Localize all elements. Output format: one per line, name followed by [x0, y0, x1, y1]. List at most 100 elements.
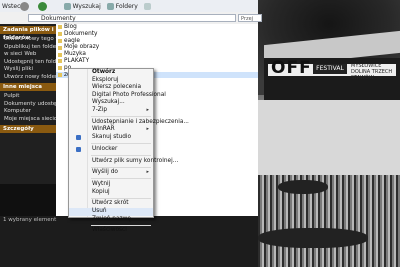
menu-item[interactable]: Właściwości [69, 227, 153, 235]
menu-item-icon [76, 147, 81, 153]
menu-item[interactable]: Wytnij [69, 181, 153, 189]
menu-item[interactable]: Kopiuj [69, 189, 153, 197]
menu-item[interactable]: Wiersz polecenia [69, 84, 153, 92]
menu-item[interactable]: Zmień nazwę [69, 216, 153, 224]
menu-item[interactable]: Otwórz [69, 69, 153, 77]
menu-item-label: Wyszukaj... [92, 99, 125, 106]
go-button[interactable]: Przej [238, 14, 262, 22]
menu-item-label: Utwórz plik sumy kontrolnej... [92, 157, 179, 164]
festival-tag: FESTIVAL [313, 64, 347, 74]
file-row-music[interactable]: Muzyka [56, 51, 258, 58]
menu-separator [91, 166, 151, 168]
stage-banner-text: OFF [271, 58, 312, 78]
menu-item-label: Otwórz [92, 69, 116, 75]
folder-icon [58, 38, 62, 43]
file-name: PLAKATY [64, 57, 90, 64]
address-bar[interactable]: Dokumenty [28, 14, 236, 22]
task-link[interactable]: Opublikuj ten folder [0, 44, 56, 52]
desktop-wallpaper-photo: OFF FESTIVAL MYSŁOWICE DOLINA TRZECH STA… [258, 0, 400, 267]
tasks-pane: Zadania plików i folderów Utwórz nowy te… [0, 24, 56, 184]
place-link[interactable]: Komputer [0, 108, 56, 116]
submenu-arrow-icon: ▸ [146, 106, 149, 113]
menu-item[interactable]: Unlocker [69, 146, 153, 154]
menu-item-label: 7-Zip [92, 106, 108, 113]
folder-icon [58, 52, 62, 57]
toolbar: Wstecz Wyszukaj Foldery [0, 0, 258, 12]
views-button[interactable] [143, 2, 151, 10]
submenu-arrow-icon: ▸ [146, 126, 149, 133]
menu-item-label: Skanuj studio [92, 133, 132, 140]
task-link[interactable]: Utwórz nowy folder [0, 74, 56, 82]
folders-toolbar-button[interactable]: Foldery [106, 2, 138, 10]
sponsor-sign: MYSŁOWICE DOLINA TRZECH STAWÓW [351, 63, 393, 81]
menu-separator [91, 116, 151, 118]
menu-item[interactable]: WinRAR ▸ [69, 126, 153, 134]
menu-item-label: Unlocker [92, 145, 118, 152]
place-link[interactable]: Moje miejsca sieciowe [0, 116, 56, 124]
address-path: Dokumenty [41, 15, 76, 22]
menu-item[interactable]: Utwórz plik sumy kontrolnej... [69, 158, 178, 166]
search-label: Wyszukaj [72, 2, 101, 10]
photo-person [278, 180, 328, 194]
menu-item-icon [76, 135, 81, 141]
menu-separator [91, 197, 151, 199]
menu-item[interactable]: Eksploruj [69, 77, 153, 85]
file-row-eagle[interactable]: eagle [56, 38, 258, 45]
folder-icon [58, 59, 62, 64]
menu-item-label: Kopiuj [92, 188, 110, 195]
menu-separator [91, 154, 151, 156]
menu-item[interactable]: Skanuj studio [69, 134, 153, 142]
file-name: Dokumenty [64, 30, 98, 37]
menu-item[interactable]: Usuń [69, 208, 153, 216]
folders-label: Foldery [115, 2, 138, 10]
details-header[interactable]: Szczegóły [0, 125, 56, 133]
task-link[interactable]: Wyślij pliki [0, 66, 56, 74]
menu-item-label: Eksploruj [92, 76, 119, 83]
folder-icon [58, 66, 62, 71]
menu-item[interactable]: Wyszukaj... [69, 99, 153, 107]
place-link[interactable]: Dokumenty udostępnione [0, 101, 56, 109]
forward-arrow-icon[interactable] [38, 2, 47, 11]
file-name: Moje obrazy [64, 44, 100, 51]
menu-item[interactable]: Udostępnianie i zabezpieczenia... [69, 119, 189, 127]
task-link[interactable]: Utwórz nowy tego folderu [0, 36, 56, 44]
search-toolbar-button[interactable]: Wyszukaj [63, 2, 101, 10]
menu-item[interactable]: Utwórz skrót [69, 200, 153, 208]
menu-item[interactable]: Wyślij do ▸ [69, 169, 153, 177]
task-link[interactable]: w sieci Web [0, 51, 56, 59]
other-places-header[interactable]: Inne miejsca [0, 83, 56, 91]
place-link[interactable]: Pulpit [0, 93, 56, 101]
file-row-blog[interactable]: Blog [56, 24, 258, 31]
status-text: 1 wybrany element [3, 217, 57, 223]
file-row-posters[interactable]: PLAKATY [56, 58, 258, 65]
menu-item-label: Wytnij [92, 181, 111, 188]
menu-item-label: Udostępnianie i zabezpieczenia... [92, 118, 189, 125]
file-name: eagle [64, 37, 80, 44]
file-name: Muzyka [64, 51, 86, 58]
file-row-documents[interactable]: Dokumenty [56, 31, 258, 38]
menu-item-label: Usuń [92, 208, 107, 215]
menu-item-label: Digital Photo Professional [92, 91, 166, 98]
folder-icon [58, 25, 62, 30]
submenu-arrow-icon: ▸ [146, 169, 149, 176]
tasks-section-header[interactable]: Zadania plików i folderów [0, 26, 56, 41]
menu-item[interactable]: 7-Zip ▸ [69, 107, 153, 115]
menu-item-label: Wiersz polecenia [92, 84, 142, 91]
back-arrow-icon[interactable] [20, 2, 29, 11]
context-menu: Otwórz Eksploruj Wiersz polecenia Digital P… [68, 68, 189, 233]
folder-icon [58, 32, 62, 37]
menu-separator [91, 178, 151, 180]
menu-item-label: Właściwości [92, 227, 127, 234]
photo-person [258, 228, 368, 248]
menu-item-label: Utwórz skrót [92, 200, 129, 207]
menu-item[interactable]: Digital Photo Professional [69, 92, 166, 100]
photo-crowd [258, 100, 400, 175]
context-menu-items: Otwórz Eksploruj Wiersz polecenia Digital P… [69, 69, 189, 235]
menu-separator [91, 224, 151, 226]
file-row-pictures[interactable]: Moje obrazy [56, 44, 258, 51]
menu-separator [91, 143, 151, 145]
folders-icon [106, 2, 114, 10]
menu-item-label: WinRAR [92, 126, 115, 133]
search-icon [63, 2, 71, 10]
task-link[interactable]: Udostępnij ten folder [0, 59, 56, 67]
